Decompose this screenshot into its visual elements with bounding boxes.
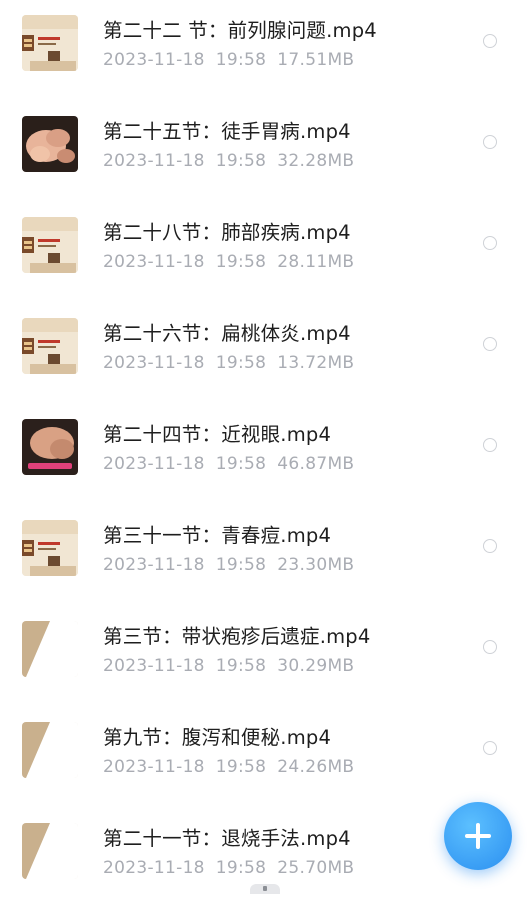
file-size: 25.70MB xyxy=(277,858,355,878)
file-date: 2023-11-18 xyxy=(103,454,205,474)
file-time: 19:58 xyxy=(215,858,267,878)
file-row[interactable]: 第二十二 节：前列腺问题.mp4 2023-11-18 19:58 17.51MB xyxy=(0,0,529,101)
file-meta: 2023-11-18 19:58 23.30MB xyxy=(103,555,365,575)
video-thumbnail xyxy=(22,419,78,475)
file-row[interactable]: 第九节：腹泻和便秘.mp4 2023-11-18 19:58 24.26MB xyxy=(0,707,529,808)
file-name: 第二十五节：徒手胃病.mp4 xyxy=(103,120,351,143)
video-thumbnail xyxy=(22,722,78,778)
file-date: 2023-11-18 xyxy=(103,757,205,777)
file-size: 46.87MB xyxy=(277,454,355,474)
file-size: 24.26MB xyxy=(277,757,355,777)
file-name: 第二十四节：近视眼.mp4 xyxy=(103,423,332,446)
file-size: 23.30MB xyxy=(277,555,355,575)
file-meta: 2023-11-18 19:58 30.29MB xyxy=(103,656,365,676)
select-radio[interactable] xyxy=(483,438,497,452)
file-name: 第九节：腹泻和便秘.mp4 xyxy=(103,726,332,749)
file-meta: 2023-11-18 19:58 17.51MB xyxy=(103,50,365,70)
file-date: 2023-11-18 xyxy=(103,252,205,272)
file-name: 第二十八节：肺部疾病.mp4 xyxy=(103,221,351,244)
file-meta: 2023-11-18 19:58 46.87MB xyxy=(103,454,365,474)
select-radio[interactable] xyxy=(483,34,497,48)
select-radio[interactable] xyxy=(483,640,497,654)
video-thumbnail xyxy=(22,15,78,71)
file-size: 32.28MB xyxy=(277,151,355,171)
plus-icon xyxy=(465,823,491,849)
file-date: 2023-11-18 xyxy=(103,353,205,373)
video-thumbnail xyxy=(22,520,78,576)
file-row[interactable]: 第三十一节：青春痘.mp4 2023-11-18 19:58 23.30MB xyxy=(0,505,529,606)
select-radio[interactable] xyxy=(483,337,497,351)
file-row[interactable]: 第二十六节：扁桃体炎.mp4 2023-11-18 19:58 13.72MB xyxy=(0,303,529,404)
file-date: 2023-11-18 xyxy=(103,555,205,575)
video-thumbnail xyxy=(22,116,78,172)
select-radio[interactable] xyxy=(483,135,497,149)
file-size: 13.72MB xyxy=(277,353,355,373)
file-meta: 2023-11-18 19:58 13.72MB xyxy=(103,353,365,373)
file-time: 19:58 xyxy=(215,757,267,777)
file-time: 19:58 xyxy=(215,555,267,575)
file-meta: 2023-11-18 19:58 28.11MB xyxy=(103,252,365,272)
file-name: 第三十一节：青春痘.mp4 xyxy=(103,524,332,547)
file-name: 第三节：带状疱疹后遗症.mp4 xyxy=(103,625,371,648)
drag-handle[interactable] xyxy=(250,884,280,894)
file-time: 19:58 xyxy=(215,252,267,272)
file-time: 19:58 xyxy=(215,151,267,171)
file-date: 2023-11-18 xyxy=(103,151,205,171)
file-date: 2023-11-18 xyxy=(103,50,205,70)
file-name: 第二十六节：扁桃体炎.mp4 xyxy=(103,322,351,345)
video-thumbnail xyxy=(22,621,78,677)
add-button[interactable] xyxy=(444,802,512,870)
file-size: 30.29MB xyxy=(277,656,355,676)
file-name: 第二十二 节：前列腺问题.mp4 xyxy=(103,19,377,42)
file-date: 2023-11-18 xyxy=(103,656,205,676)
video-thumbnail xyxy=(22,318,78,374)
file-row[interactable]: 第二十五节：徒手胃病.mp4 2023-11-18 19:58 32.28MB xyxy=(0,101,529,202)
file-time: 19:58 xyxy=(215,50,267,70)
file-time: 19:58 xyxy=(215,353,267,373)
select-radio[interactable] xyxy=(483,236,497,250)
file-name: 第二十一节：退烧手法.mp4 xyxy=(103,827,351,850)
select-radio[interactable] xyxy=(483,539,497,553)
select-radio[interactable] xyxy=(483,741,497,755)
file-time: 19:58 xyxy=(215,454,267,474)
file-date: 2023-11-18 xyxy=(103,858,205,878)
video-thumbnail xyxy=(22,823,78,879)
file-row[interactable]: 第三节：带状疱疹后遗症.mp4 2023-11-18 19:58 30.29MB xyxy=(0,606,529,707)
file-size: 17.51MB xyxy=(277,50,355,70)
video-thumbnail xyxy=(22,217,78,273)
file-time: 19:58 xyxy=(215,656,267,676)
file-meta: 2023-11-18 19:58 25.70MB xyxy=(103,858,365,878)
file-row[interactable]: 第二十四节：近视眼.mp4 2023-11-18 19:58 46.87MB xyxy=(0,404,529,505)
file-row[interactable]: 第二十八节：肺部疾病.mp4 2023-11-18 19:58 28.11MB xyxy=(0,202,529,303)
file-meta: 2023-11-18 19:58 24.26MB xyxy=(103,757,365,777)
file-meta: 2023-11-18 19:58 32.28MB xyxy=(103,151,365,171)
file-size: 28.11MB xyxy=(277,252,355,272)
